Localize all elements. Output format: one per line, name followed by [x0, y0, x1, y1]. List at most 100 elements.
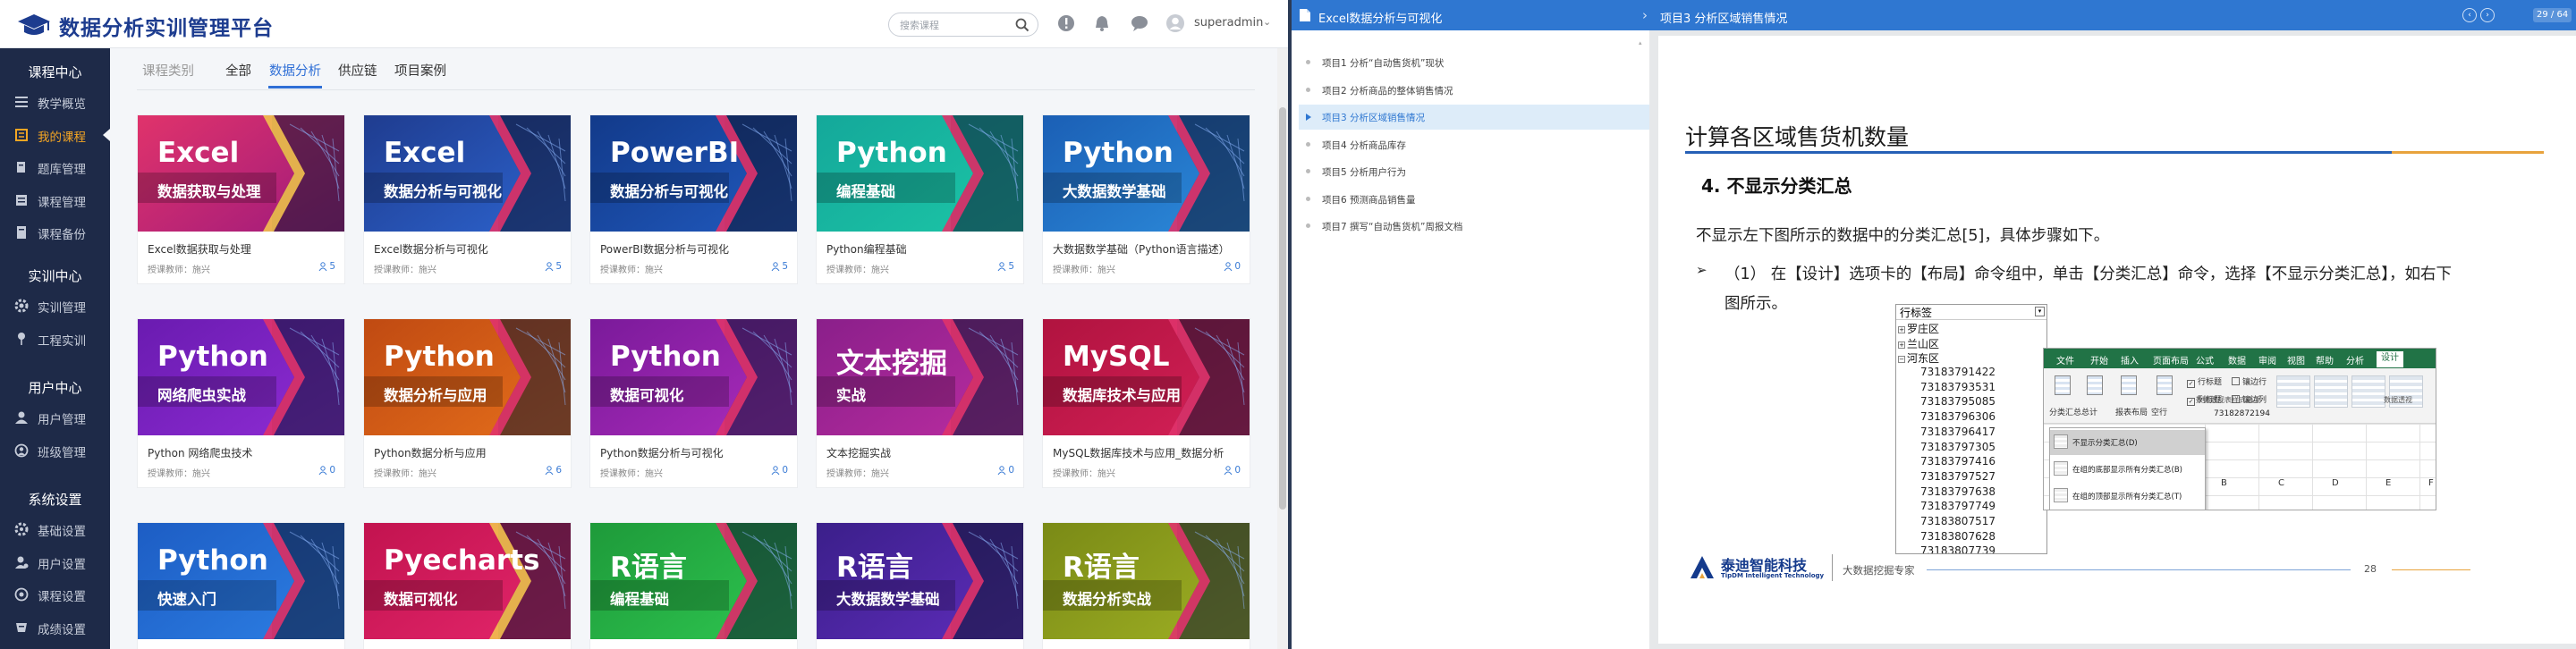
course-card[interactable]: Python 数据可视化 Python数据分析与可视化 授课教师：施兴 0 — [589, 318, 798, 488]
course-thumbnail-subtitle: 数据可视化 — [384, 591, 458, 608]
sidebar-item-label: 基础设置 — [38, 525, 86, 539]
sidebar-item[interactable]: 教学概览 — [0, 86, 110, 118]
course-thumbnail-subtitle: 数据分析与应用 — [384, 387, 487, 404]
project-list-item[interactable]: 项目4 分析商品库存 — [1299, 132, 1649, 157]
course-name[interactable]: PowerBI数据分析与可视化 — [600, 241, 788, 257]
course-thumbnail[interactable]: Python 数据分析与应用 — [364, 319, 571, 435]
prev-page-icon[interactable]: ‹ — [2462, 8, 2477, 22]
bullet-dot-icon — [1306, 196, 1310, 201]
chevron-down-icon[interactable]: ⌄ — [1263, 16, 1271, 28]
course-thumbnail[interactable]: Excel 数据分析与可视化 — [364, 115, 571, 232]
course-thumbnail[interactable]: Python 网络爬虫实战 — [138, 319, 344, 435]
course-name[interactable]: Python编程基础 — [826, 241, 1014, 257]
course-thumbnail[interactable]: MySQL 数据库技术与应用 — [1043, 319, 1250, 435]
course-card[interactable]: Python 快速入门 — [137, 522, 345, 649]
pivot-group-row: + 兰山区 — [1898, 336, 1939, 351]
course-card[interactable]: Python 编程基础 Python编程基础 授课教师：施兴 5 — [816, 114, 1024, 284]
next-page-icon[interactable]: › — [2480, 8, 2495, 22]
course-name[interactable]: Python 网络爬虫技术 — [148, 445, 335, 460]
course-card[interactable]: PowerBI 数据分析与可视化 PowerBI数据分析与可视化 授课教师：施兴 5 — [589, 114, 798, 284]
sidebar-item[interactable]: 用户设置 — [0, 546, 110, 578]
course-thumbnail[interactable]: 文本挖掘 实战 — [817, 319, 1023, 435]
pivot-style-swatch — [2351, 375, 2385, 408]
course-card[interactable]: Python 数据分析与应用 Python数据分析与应用 授课教师：施兴 6 — [363, 318, 572, 488]
sidebar-item[interactable]: 基础设置 — [0, 513, 110, 545]
subtotal-menu: 不显示分类汇总(D) 在组的底部显示所有分类汇总(B) 在组的顶部显示所有分类汇总(… — [2049, 427, 2206, 510]
course-thumbnail[interactable]: Python 大数据数学基础 — [1043, 115, 1250, 232]
project-list-item[interactable]: 项目1 分析“自动售货机”现状 — [1299, 50, 1649, 75]
course-thumbnail[interactable]: Python 数据可视化 — [590, 319, 797, 435]
course-card[interactable]: Python 网络爬虫实战 Python 网络爬虫技术 授课教师：施兴 0 — [137, 318, 345, 488]
search-input[interactable] — [900, 17, 1014, 33]
info-icon[interactable] — [1056, 13, 1076, 33]
course-name[interactable]: Python数据分析与可视化 — [600, 445, 788, 460]
course-thumbnail-title: Excel — [157, 137, 240, 169]
course-card[interactable]: Excel 数据分析与可视化 Excel数据分析与可视化 授课教师：施兴 5 — [363, 114, 572, 284]
project-list-item[interactable]: 项目3 分析区域销售情况 — [1299, 105, 1649, 130]
course-thumbnail-subtitle: 数据库技术与应用 — [1063, 387, 1181, 404]
list-scroll-arrow-icon[interactable]: ▴ — [1639, 39, 1644, 46]
project-list-item[interactable]: 项目2 分析商品的整体销售情况 — [1299, 78, 1649, 103]
filter-supply-chain[interactable]: 供应链 — [338, 61, 377, 80]
course-card[interactable]: 文本挖掘 实战 文本挖掘实战 授课教师：施兴 0 — [816, 318, 1024, 488]
scrollbar-thumb[interactable] — [1279, 107, 1286, 510]
main-content: 课程类别 全部 数据分析 供应链 项目案例 Excel 数据获取与处理 Excel 数… — [110, 48, 1288, 649]
avatar[interactable] — [1165, 13, 1185, 33]
filter-all[interactable]: 全部 — [225, 61, 251, 80]
sidebar-item[interactable]: 题库管理 — [0, 151, 110, 183]
course-card[interactable]: R语言 编程基础 — [589, 522, 798, 649]
project-list-item[interactable]: 项目6 预测商品销售量 — [1299, 187, 1649, 212]
project-list-item[interactable]: 项目5 分析用户行为 — [1299, 159, 1649, 184]
bullet-dot-icon — [1306, 141, 1310, 147]
course-card[interactable]: Python 大数据数学基础 大数据数学基础（Python语言描述） 授课教师：施兴 0 — [1042, 114, 1250, 284]
course-card[interactable]: R语言 数据分析实战 — [1042, 522, 1250, 649]
course-name[interactable]: 大数据数学基础（Python语言描述） — [1053, 241, 1241, 257]
sidebar-item[interactable]: 用户管理 — [0, 401, 110, 434]
project-list-item[interactable]: 项目7 撰写“自动售货机”周报文档 — [1299, 214, 1649, 239]
course-teacher: 授课教师：施兴 — [148, 469, 210, 479]
pivot-value-row: 73183807517 — [1920, 515, 1996, 527]
sidebar-section-title: 实训中心 — [28, 268, 82, 284]
ribbon-tab: 视图 — [2287, 357, 2305, 367]
pivot-value-row: 73183797305 — [1920, 440, 1996, 453]
course-card[interactable]: Excel 数据获取与处理 Excel数据获取与处理 授课教师：施兴 5 — [137, 114, 345, 284]
sidebar-item[interactable]: 成绩设置 — [0, 611, 110, 644]
course-thumbnail[interactable]: R语言 数据分析实战 — [1043, 523, 1250, 639]
course-name[interactable]: Excel数据获取与处理 — [148, 241, 335, 257]
ribbon-tab: 数据 — [2228, 357, 2246, 367]
course-thumbnail[interactable]: PowerBI 数据分析与可视化 — [590, 115, 797, 232]
course-card[interactable]: MySQL 数据库技术与应用 MySQL数据库技术与应用_数据分析 授课教师：施兴 0 — [1042, 318, 1250, 488]
user-name[interactable]: superadmin — [1194, 16, 1263, 30]
sidebar-item[interactable]: 课程备份 — [0, 216, 110, 249]
chat-icon[interactable] — [1130, 13, 1149, 33]
student-count: 5 — [318, 261, 335, 272]
search-icon[interactable] — [1014, 17, 1030, 33]
course-name[interactable]: 文本挖掘实战 — [826, 445, 1014, 460]
sidebar: 课程中心 教学概览 我的课程 题库管理 课程管理 课程备份 实训中心 实训管理 工程实训 用户中心… — [0, 48, 110, 649]
course-thumbnail[interactable]: Python 编程基础 — [817, 115, 1023, 232]
sidebar-item[interactable]: 实训管理 — [0, 290, 110, 322]
course-card[interactable]: R语言 大数据数学基础 — [816, 522, 1024, 649]
course-name[interactable]: Excel数据分析与可视化 — [374, 241, 562, 257]
pivot-value-row: 73183793531 — [1920, 380, 1996, 393]
course-thumbnail[interactable]: R语言 大数据数学基础 — [817, 523, 1023, 639]
student-count: 5 — [997, 261, 1014, 272]
course-name[interactable]: Python数据分析与应用 — [374, 445, 562, 460]
course-thumbnail[interactable]: Excel 数据获取与处理 — [138, 115, 344, 232]
sidebar-item[interactable]: 班级管理 — [0, 434, 110, 467]
course-card[interactable]: Pyecharts 数据可视化 — [363, 522, 572, 649]
sidebar-item[interactable]: 我的课程 — [0, 119, 110, 151]
sidebar-item[interactable]: 工程实训 — [0, 323, 110, 355]
filter-data-analysis[interactable]: 数据分析 — [269, 61, 321, 80]
course-name[interactable]: MySQL数据库技术与应用_数据分析 — [1053, 445, 1241, 460]
sidebar-item[interactable]: 课程设置 — [0, 578, 110, 611]
course-thumbnail[interactable]: Pyecharts 数据可视化 — [364, 523, 571, 639]
score-icon — [14, 620, 29, 635]
sidebar-item[interactable]: 课程管理 — [0, 184, 110, 216]
bell-icon[interactable] — [1092, 13, 1112, 33]
course-thumbnail[interactable]: R语言 编程基础 — [590, 523, 797, 639]
course-search[interactable] — [888, 13, 1038, 37]
filter-project-cases[interactable]: 项目案例 — [394, 61, 446, 80]
course-thumbnail[interactable]: Python 快速入门 — [138, 523, 344, 639]
thumbnail-artwork — [364, 523, 571, 639]
